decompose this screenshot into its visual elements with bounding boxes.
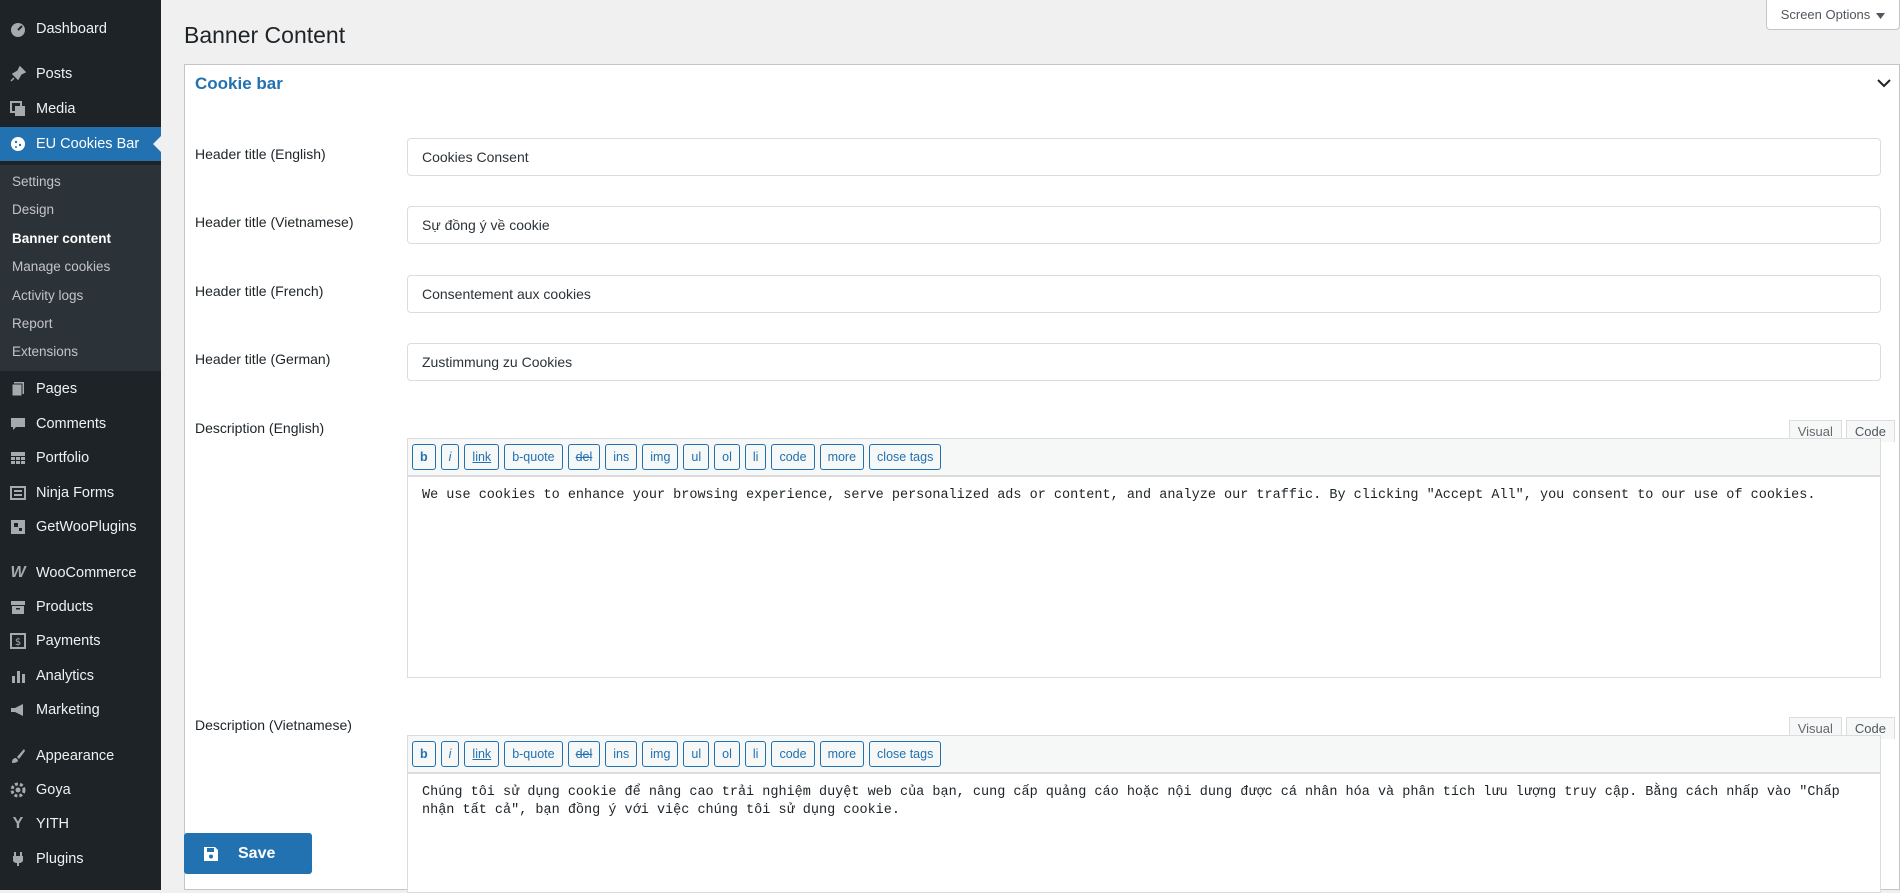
media-icon — [0, 101, 36, 117]
screen-options-button[interactable]: Screen Options — [1766, 0, 1900, 30]
menu-posts[interactable]: Posts — [0, 57, 161, 91]
svg-text:$: $ — [15, 637, 21, 648]
header-title-english-label: Header title (English) — [195, 146, 326, 162]
quicktag-ol-button[interactable]: ol — [714, 444, 740, 470]
description-vietnamese-label: Description (Vietnamese) — [195, 717, 352, 733]
menu-plugins[interactable]: Plugins — [0, 842, 161, 876]
quicktag-close-tags-button[interactable]: close tags — [869, 741, 942, 767]
menu-ninja-forms[interactable]: Ninja Forms — [0, 476, 161, 510]
header-title-german-input[interactable] — [407, 343, 1881, 381]
floppy-disk-icon — [184, 846, 238, 862]
quicktag-ol-button[interactable]: ol — [714, 741, 740, 767]
quicktag-ul-button[interactable]: ul — [683, 741, 710, 767]
quicktag-more-button[interactable]: more — [819, 444, 865, 470]
description-english-label: Description (English) — [195, 420, 325, 436]
menu-portfolio[interactable]: Portfolio — [0, 441, 161, 475]
quicktag-li-button[interactable]: li — [744, 741, 767, 767]
header-title-german-label: Header title (German) — [195, 351, 331, 367]
quicktag-bold-button[interactable]: b — [412, 444, 436, 470]
quicktag-bquote-button[interactable]: b-quote — [504, 741, 563, 767]
menu-dashboard[interactable]: Dashboard — [0, 12, 161, 46]
pages-icon — [0, 381, 36, 397]
quicktag-bold-button[interactable]: b — [412, 741, 436, 767]
cookie-icon — [0, 136, 36, 152]
header-title-vietnamese-input[interactable] — [407, 206, 1881, 244]
header-title-english-input[interactable] — [407, 138, 1881, 176]
menu-woocommerce[interactable]: W WooCommerce — [0, 556, 161, 590]
dashboard-icon — [0, 21, 36, 37]
brush-icon — [0, 748, 36, 764]
payments-icon: $ — [0, 633, 36, 649]
quicktag-del-button[interactable]: del — [567, 741, 601, 767]
menu-goya[interactable]: Goya — [0, 773, 161, 807]
submenu-banner-content[interactable]: Banner content — [12, 231, 111, 246]
menu-pages[interactable]: Pages — [0, 372, 161, 406]
save-label: Save — [238, 844, 276, 862]
description-vietnamese-textarea[interactable]: Chúng tôi sử dụng cookie để nâng cao trả… — [407, 773, 1881, 893]
header-title-french-input[interactable] — [407, 275, 1881, 313]
menu-yith[interactable]: Y YITH — [0, 807, 161, 841]
menu-getwooplugins[interactable]: GetWooPlugins — [0, 510, 161, 544]
description-english-textarea[interactable]: We use cookies to enhance your browsing … — [407, 476, 1881, 678]
submenu-activity-logs[interactable]: Activity logs — [12, 288, 83, 303]
menu-appearance[interactable]: Appearance — [0, 739, 161, 773]
quicktag-img-button[interactable]: img — [642, 444, 679, 470]
megaphone-icon — [0, 702, 36, 718]
save-button[interactable]: Save — [184, 833, 312, 874]
pin-icon — [0, 66, 36, 82]
quicktag-code-button[interactable]: code — [771, 741, 815, 767]
quicktag-bquote-button[interactable]: b-quote — [504, 444, 563, 470]
portfolio-icon — [0, 450, 36, 466]
chevron-down-icon[interactable] — [1877, 75, 1891, 93]
quicktag-more-button[interactable]: more — [819, 741, 865, 767]
comment-icon — [0, 416, 36, 432]
yith-icon: Y — [12, 815, 24, 832]
quicktag-img-button[interactable]: img — [642, 741, 679, 767]
forms-icon — [0, 485, 36, 501]
quicktag-del-button[interactable]: del — [567, 444, 601, 470]
quicktag-link-button[interactable]: link — [464, 444, 500, 470]
quicktag-link-button[interactable]: link — [464, 741, 500, 767]
quicktag-ul-button[interactable]: ul — [683, 444, 710, 470]
quicktag-ins-button[interactable]: ins — [605, 741, 638, 767]
submenu-design[interactable]: Design — [12, 202, 54, 217]
quicktags-toolbar: b i link b-quote del ins img ul ol li co… — [407, 438, 1881, 476]
menu-analytics[interactable]: Analytics — [0, 659, 161, 693]
caret-down-icon — [1876, 7, 1886, 22]
menu-eu-cookies-bar[interactable]: EU Cookies Bar — [0, 127, 161, 161]
cookie-bar-panel: Cookie bar Header title (English) Header… — [184, 64, 1900, 893]
submenu-extensions[interactable]: Extensions — [12, 344, 78, 359]
submenu-report[interactable]: Report — [12, 316, 53, 331]
menu-payments[interactable]: $ Payments — [0, 624, 161, 658]
menu-comments[interactable]: Comments — [0, 407, 161, 441]
woo-icon: W — [10, 564, 26, 581]
quicktag-code-button[interactable]: code — [771, 444, 815, 470]
menu-media[interactable]: Media — [0, 92, 161, 126]
quicktag-close-tags-button[interactable]: close tags — [869, 444, 942, 470]
page-title: Banner Content — [184, 22, 346, 48]
panel-title[interactable]: Cookie bar — [195, 74, 283, 94]
header-title-french-label: Header title (French) — [195, 283, 324, 299]
quicktag-italic-button[interactable]: i — [440, 741, 460, 767]
archive-icon — [0, 599, 36, 615]
gear-icon — [0, 782, 36, 798]
menu-marketing[interactable]: Marketing — [0, 693, 161, 727]
submenu-settings[interactable]: Settings — [12, 174, 61, 189]
screen-options-label: Screen Options — [1780, 7, 1871, 22]
admin-sidebar: Dashboard Posts Media EU Cookies Bar Set… — [0, 0, 161, 890]
quicktags-toolbar: b i link b-quote del ins img ul ol li co… — [407, 735, 1881, 773]
chart-icon — [0, 668, 36, 684]
header-title-vietnamese-label: Header title (Vietnamese) — [195, 214, 354, 230]
quicktag-italic-button[interactable]: i — [440, 444, 460, 470]
quicktag-ins-button[interactable]: ins — [605, 444, 638, 470]
submenu-manage-cookies[interactable]: Manage cookies — [12, 259, 110, 274]
cookies-submenu: Settings Design Banner content Manage co… — [0, 165, 161, 371]
quicktag-li-button[interactable]: li — [744, 444, 767, 470]
plugin-icon — [0, 519, 36, 535]
menu-products[interactable]: Products — [0, 590, 161, 624]
plug-icon — [0, 851, 36, 867]
